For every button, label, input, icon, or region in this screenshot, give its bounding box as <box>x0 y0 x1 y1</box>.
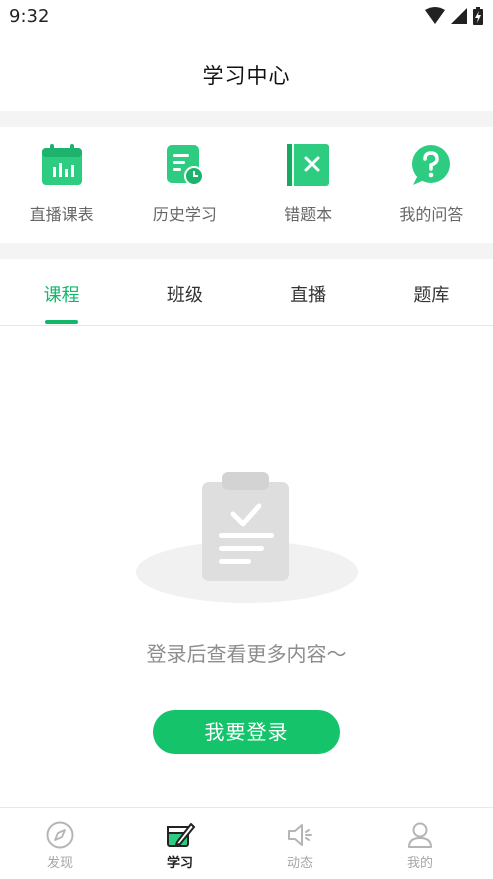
shortcut-label: 我的问答 <box>399 205 464 224</box>
study-icon <box>167 823 195 847</box>
nav-label: 我的 <box>406 856 433 871</box>
nav-item-study[interactable]: 学习 <box>120 808 240 879</box>
tab-label: 题库 <box>413 285 450 306</box>
nav-label: 动态 <box>286 856 313 871</box>
tab-label: 课程 <box>43 285 80 306</box>
user-icon <box>408 822 432 848</box>
compass-icon <box>46 821 74 849</box>
tab-label: 直播 <box>290 285 327 306</box>
status-bar: 9:32 <box>0 0 493 32</box>
tab-label: 班级 <box>166 285 203 306</box>
nav-item-discover[interactable]: 发现 <box>0 808 120 879</box>
shortcut-my-qa[interactable]: 我的问答 <box>370 127 493 243</box>
nav-label: 发现 <box>46 856 73 871</box>
tab-classes[interactable]: 班级 <box>123 259 246 325</box>
section-divider <box>0 243 493 259</box>
tab-active-indicator <box>45 320 78 324</box>
empty-state-message: 登录后查看更多内容～ <box>146 642 347 666</box>
page-title: 学习中心 <box>202 64 291 88</box>
shortcut-live-schedule[interactable]: 直播课表 <box>0 127 123 243</box>
history-doc-icon <box>166 145 204 186</box>
wifi-icon <box>425 7 445 24</box>
bottom-nav: 发现 学习 动态 我的 <box>0 807 493 879</box>
content-tabs: 课程 班级 直播 题库 <box>0 259 493 326</box>
tab-live[interactable]: 直播 <box>247 259 370 325</box>
nav-label: 学习 <box>166 856 193 871</box>
shortcut-label: 错题本 <box>284 205 333 224</box>
shortcut-history[interactable]: 历史学习 <box>123 127 246 243</box>
nav-item-me[interactable]: 我的 <box>360 808 480 879</box>
nav-item-feed[interactable]: 动态 <box>240 808 360 879</box>
shortcut-wrong-book[interactable]: 错题本 <box>247 127 370 243</box>
battery-icon <box>473 7 483 25</box>
shortcut-label: 直播课表 <box>29 205 94 224</box>
wrong-book-icon <box>287 144 330 186</box>
shortcut-label: 历史学习 <box>152 205 217 224</box>
header: 学习中心 <box>0 32 493 110</box>
calendar-chart-icon <box>41 144 82 185</box>
status-icons <box>425 7 483 25</box>
section-divider <box>0 111 493 127</box>
signal-icon <box>451 8 467 24</box>
question-bubble-icon <box>412 145 451 185</box>
login-button[interactable]: 我要登录 <box>153 710 340 754</box>
tab-question-bank[interactable]: 题库 <box>370 259 493 325</box>
status-time: 9:32 <box>9 6 50 27</box>
shortcut-grid: 直播课表 历史学习 错题本 我的问答 <box>0 127 493 243</box>
tab-courses[interactable]: 课程 <box>0 259 123 325</box>
clipboard-check-icon <box>136 472 358 603</box>
speaker-icon <box>288 824 312 846</box>
